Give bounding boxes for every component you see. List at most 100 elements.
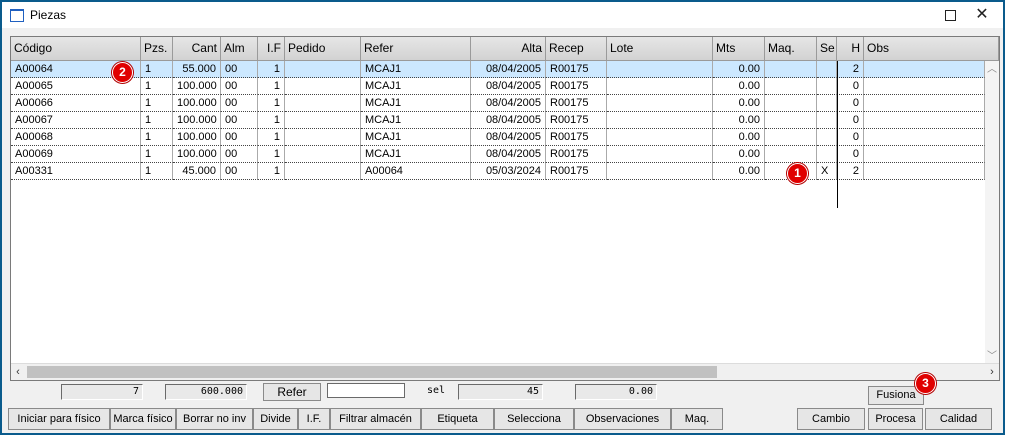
cell-pedido [285,163,361,180]
cell-recep: R00175 [546,146,607,163]
scroll-left-icon[interactable]: ‹ [11,364,25,380]
window-icon [10,9,24,22]
cell-alta: 08/04/2005 [471,146,546,163]
cell-pzs: 1 [141,78,173,95]
annotation-badge-2: 2 [112,62,133,83]
toolbar-button-maq[interactable]: Maq. [671,408,723,430]
scroll-right-icon[interactable]: › [985,364,999,380]
column-header-obs[interactable]: Obs [864,37,999,61]
cambio-button[interactable]: Cambio [797,408,865,430]
cell-recep: R00175 [546,163,607,180]
cell-maq [765,112,817,129]
cell-refer: MCAJ1 [361,95,471,112]
cell-recep: R00175 [546,78,607,95]
toolbar-button-etiqueta[interactable]: Etiqueta [421,408,494,430]
table-row[interactable]: A00064 1 55.000 00 1 MCAJ1 08/04/2005 R00175 0.0… [11,61,985,78]
toolbar-button-selecciona[interactable]: Selecciona [494,408,574,430]
cell-obs [864,163,985,180]
cell-se [817,146,837,163]
cell-alm: 00 [221,78,258,95]
table-row[interactable]: A00331 1 45.000 00 1 A00064 05/03/2024 R00175 0.… [11,163,985,180]
cell-pzs: 1 [141,146,173,163]
horizontal-scroll-thumb[interactable] [27,366,717,378]
toolbar-button-iniciar-para-f-sico[interactable]: Iniciar para físico [8,408,110,430]
annotation-badge-1: 1 [787,163,808,184]
count-total: 7 [61,384,143,400]
cell-recep: R00175 [546,95,607,112]
procesa-button[interactable]: Procesa [868,408,923,430]
cell-h: 0 [837,95,864,112]
cell-pzs: 1 [141,163,173,180]
cell-cant: 55.000 [173,61,221,78]
toolbar-button-filtrar-almac-n[interactable]: Filtrar almacén [330,408,421,430]
cell-pzs: 1 [141,61,173,78]
cell-if: 1 [258,78,285,95]
cell-pedido [285,78,361,95]
cell-obs [864,95,985,112]
cell-pedido [285,129,361,146]
cell-codigo: A00066 [11,95,141,112]
column-header-pzs[interactable]: Pzs. [141,37,173,61]
table-row[interactable]: A00066 1 100.000 00 1 MCAJ1 08/04/2005 R00175 0.… [11,95,985,112]
column-header-lote[interactable]: Lote [607,37,713,61]
maximize-button[interactable] [939,5,961,25]
cell-obs [864,146,985,163]
toolbar-button-observaciones[interactable]: Observaciones [574,408,671,430]
column-header-alm[interactable]: Alm [221,37,258,61]
cell-h: 0 [837,129,864,146]
window-title: Piezas [30,8,67,22]
table-row[interactable]: A00067 1 100.000 00 1 MCAJ1 08/04/2005 R00175 0.… [11,112,985,129]
cell-cant: 45.000 [173,163,221,180]
toolbar-button-borrar-no-inv[interactable]: Borrar no inv [176,408,253,430]
column-header-h[interactable]: H [837,37,864,61]
column-header-se[interactable]: Se [817,37,837,61]
column-header-maq[interactable]: Maq. [765,37,817,61]
column-header-refer[interactable]: Refer [361,37,471,61]
cell-lote [607,112,713,129]
refer-button[interactable]: Refer [263,383,321,401]
cell-refer: MCAJ1 [361,129,471,146]
scroll-up-icon[interactable]: ︿ [985,63,999,77]
pieces-grid[interactable]: Código Pzs. Cant Alm I.F Pedido Refer Alta Recep… [10,36,1000,381]
cell-cant: 100.000 [173,129,221,146]
cell-maq [765,78,817,95]
cell-if: 1 [258,146,285,163]
column-header-mts[interactable]: Mts [713,37,765,61]
cell-obs [864,78,985,95]
cell-mts: 0.00 [713,95,765,112]
annotation-badge-3: 3 [915,373,936,394]
column-header-recep[interactable]: Recep [546,37,607,61]
cell-maq [765,61,817,78]
cell-lote [607,61,713,78]
close-button[interactable]: ✕ [971,5,993,25]
table-row[interactable]: A00069 1 100.000 00 1 MCAJ1 08/04/2005 R00175 0.… [11,146,985,163]
vertical-scrollbar[interactable]: ︿ ﹀ [985,61,999,366]
toolbar-button-i-f[interactable]: I.F. [298,408,330,430]
cell-se: X [817,163,837,180]
table-row[interactable]: A00065 1 100.000 00 1 MCAJ1 08/04/2005 R00175 0.… [11,78,985,95]
horizontal-scrollbar[interactable]: ‹ › [11,363,999,380]
column-header-if[interactable]: I.F [258,37,285,61]
cell-se [817,61,837,78]
column-header-alta[interactable]: Alta [471,37,546,61]
cell-cant: 100.000 [173,95,221,112]
cell-h: 0 [837,112,864,129]
table-row[interactable]: A00068 1 100.000 00 1 MCAJ1 08/04/2005 R00175 0.… [11,129,985,146]
cell-alm: 00 [221,146,258,163]
toolbar-button-marca-f-sico[interactable]: Marca físico [110,408,176,430]
refer-input[interactable] [327,383,405,398]
column-header-codigo[interactable]: Código [11,37,141,61]
calidad-button[interactable]: Calidad [925,408,992,430]
cell-cant: 100.000 [173,112,221,129]
cell-alm: 00 [221,129,258,146]
toolbar-button-divide[interactable]: Divide [253,408,298,430]
cell-alm: 00 [221,112,258,129]
cell-maq [765,129,817,146]
column-header-cant[interactable]: Cant [173,37,221,61]
column-header-pedido[interactable]: Pedido [285,37,361,61]
scroll-down-icon[interactable]: ﹀ [985,350,999,364]
cell-if: 1 [258,129,285,146]
title-bar: Piezas ✕ [2,2,1003,28]
cell-alta: 08/04/2005 [471,61,546,78]
cell-pzs: 1 [141,129,173,146]
